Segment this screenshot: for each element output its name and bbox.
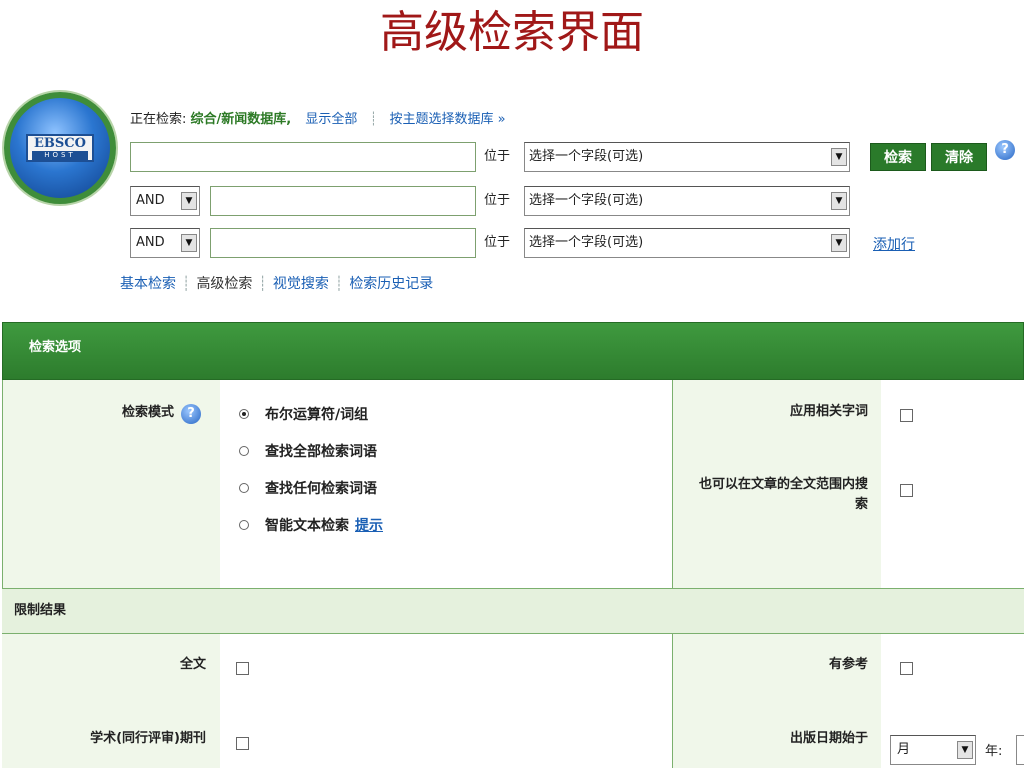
divider: ┊ [182,276,191,292]
fulltext-search-checkbox[interactable] [900,484,913,497]
tab-visual-search[interactable]: 视觉搜索 [273,276,329,292]
search-mode-help-icon[interactable]: ? [181,404,201,424]
dropdown-arrow-icon: ▼ [181,192,197,210]
search-mode-tabs: 基本检索 ┊ 高级检索 ┊ 视觉搜索 ┊ 检索历史记录 [120,273,433,293]
field-select-3[interactable]: 选择一个字段(可选) ▼ [524,228,850,258]
show-all-link[interactable]: 显示全部 [305,112,357,127]
operator-select-2[interactable]: AND ▼ [130,186,200,216]
query-row-2: AND ▼ 位于 选择一个字段(可选) ▼ [130,186,850,216]
limit-results-header: 限制结果 [2,588,1024,634]
field-select-value: 选择一个字段(可选) [529,149,644,164]
operator-value: AND [136,193,165,208]
related-words-label: 应用相关字词 [789,404,868,419]
dropdown-arrow-icon: ▼ [831,234,847,252]
query-input-3[interactable] [210,228,476,258]
full-text-label: 全文 [179,657,206,672]
add-row-link[interactable]: 添加行 [873,234,915,254]
related-words-checkbox[interactable] [900,409,913,422]
peer-reviewed-checkbox[interactable] [236,737,249,750]
divider: ┊ [258,276,267,292]
smart-text-label: 智能文本检索 [265,518,349,534]
has-references-label: 有参考 [828,657,868,672]
in-label-1: 位于 [484,149,511,164]
smart-text-hint-link[interactable]: 提示 [355,518,383,534]
mode-radio-any-words[interactable] [239,483,249,493]
clear-button[interactable]: 清除 [931,143,987,171]
peer-reviewed-label: 学术(同行评审)期刊 [90,731,206,746]
field-select-value: 选择一个字段(可选) [529,193,644,208]
tab-basic-search[interactable]: 基本检索 [120,276,176,292]
scope-databases: 综合/新闻数据库, [190,112,292,127]
logo-plate: EBSCO HOST [26,134,94,162]
search-scope: 正在检索: 综合/新闻数据库, 显示全部 ┊ 按主题选择数据库 » [130,108,506,127]
mode-label-any-words: 查找任何检索词语 [265,481,377,497]
divider: ┊ [334,276,344,292]
operator-select-3[interactable]: AND ▼ [130,228,200,258]
fulltext-search-label: 也可以在文章的全文范围内搜索 [698,477,868,512]
help-icon[interactable]: ? [995,140,1015,160]
year-input[interactable] [1016,735,1024,765]
mode-label-smart-text: 智能文本检索 提示 [265,516,383,536]
field-select-1[interactable]: 选择一个字段(可选) ▼ [524,142,850,172]
full-text-checkbox[interactable] [236,662,249,675]
slide-title: 高级检索界面 [380,7,644,58]
query-row-3: AND ▼ 位于 选择一个字段(可选) ▼ [130,228,850,258]
logo-host: HOST [32,151,88,160]
logo-brand: EBSCO [34,136,86,151]
query-input-1[interactable] [130,142,476,172]
in-label-3: 位于 [484,235,511,250]
divider: ┊ [369,112,378,127]
has-references-checkbox[interactable] [900,662,913,675]
search-button[interactable]: 检索 [870,143,926,171]
mode-label-all-words: 查找全部检索词语 [265,444,377,460]
field-select-2[interactable]: 选择一个字段(可选) ▼ [524,186,850,216]
mode-radio-smart-text[interactable] [239,520,249,530]
operator-value: AND [136,235,165,250]
field-select-value: 选择一个字段(可选) [529,235,644,250]
mode-radio-boolean[interactable] [239,409,249,419]
month-select[interactable]: 月 ▼ [890,735,976,765]
tab-search-history[interactable]: 检索历史记录 [349,276,433,292]
tab-advanced-search[interactable]: 高级检索 [196,276,252,292]
month-value: 月 [897,742,911,757]
scope-prefix: 正在检索: [130,112,191,127]
search-mode-label: 检索模式 [121,405,174,420]
ebsco-host-logo[interactable]: EBSCO HOST [4,92,116,204]
publication-date-label: 出版日期始于 [789,731,868,746]
search-options-header: 检索选项 [2,322,1024,380]
year-label: 年: [985,744,1003,759]
mode-radio-all-words[interactable] [239,446,249,456]
query-row-1: 位于 选择一个字段(可选) ▼ 检索 清除 ? [130,140,1015,172]
choose-databases-link[interactable]: 按主题选择数据库 » [389,112,505,127]
dropdown-arrow-icon: ▼ [831,148,847,166]
query-input-2[interactable] [210,186,476,216]
in-label-2: 位于 [484,193,511,208]
mode-label-boolean: 布尔运算符/词组 [265,407,369,423]
dropdown-arrow-icon: ▼ [181,234,197,252]
dropdown-arrow-icon: ▼ [831,192,847,210]
dropdown-arrow-icon: ▼ [957,741,973,759]
